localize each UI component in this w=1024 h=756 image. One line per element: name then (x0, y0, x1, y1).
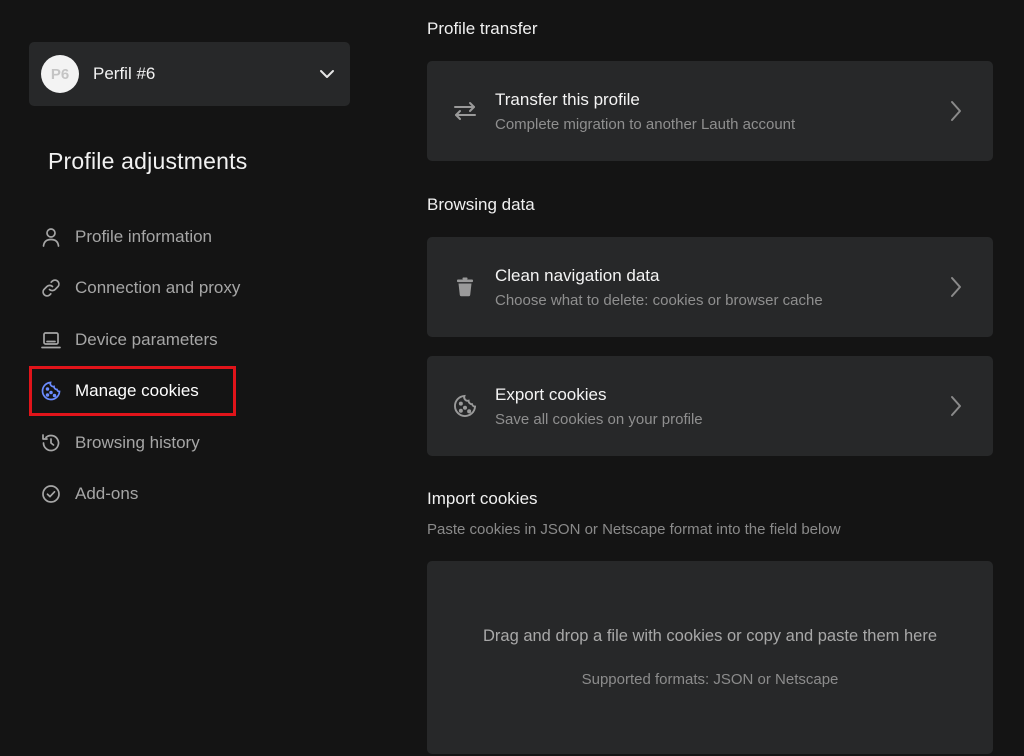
sidebar-item-label: Add-ons (75, 483, 139, 503)
sidebar-item-device-parameters[interactable]: Device parameters (31, 317, 331, 363)
swap-arrows-icon (451, 97, 479, 125)
card-subtitle: Save all cookies on your profile (495, 410, 703, 428)
dropzone-text: Drag and drop a file with cookies or cop… (482, 627, 937, 645)
sidebar-item-label: Connection and proxy (75, 278, 241, 298)
sidebar-item-label: Browsing history (75, 432, 200, 452)
import-description: Paste cookies in JSON or Netscape format… (427, 521, 841, 538)
clean-navigation-data-card[interactable]: Clean navigation data Choose what to del… (427, 237, 993, 337)
app-root: P6 Perfil #6 Profile adjustments Profile… (0, 0, 1024, 756)
export-cookies-card[interactable]: Export cookies Save all cookies on your … (427, 356, 993, 456)
supported-formats-text: Supported formats: JSON or Netscape (581, 671, 839, 688)
cookie-icon (451, 392, 479, 420)
sidebar-item-profile-information[interactable]: Profile information (31, 214, 331, 260)
link-icon (39, 276, 63, 300)
avatar: P6 (41, 55, 79, 93)
sidebar-item-browsing-history[interactable]: Browsing history (31, 420, 331, 466)
sidebar-item-connection-proxy[interactable]: Connection and proxy (31, 265, 331, 311)
card-text: Export cookies Save all cookies on your … (495, 385, 943, 428)
section-title-browsing-data: Browsing data (427, 195, 535, 214)
card-text: Transfer this profile Complete migration… (495, 90, 943, 133)
profile-selector[interactable]: P6 Perfil #6 (29, 42, 350, 106)
card-subtitle: Choose what to delete: cookies or browse… (495, 291, 823, 309)
trash-icon (451, 273, 479, 301)
cookie-icon (39, 379, 63, 403)
chevron-down-icon[interactable] (318, 65, 336, 83)
chevron-right-icon (943, 394, 967, 418)
section-title-import-cookies: Import cookies (427, 489, 538, 508)
sidebar-item-label: Profile information (75, 227, 213, 246)
profile-name: Perfil #6 (93, 64, 156, 83)
sidebar-title: Profile adjustments (48, 148, 248, 174)
sidebar-item-label: Device parameters (75, 329, 218, 349)
card-title: Export cookies (495, 384, 607, 404)
avatar-initials: P6 (50, 65, 70, 83)
sidebar-item-label: Manage cookies (75, 381, 199, 401)
sidebar-nav: Profile information Connection and proxy… (29, 214, 331, 522)
transfer-profile-card[interactable]: Transfer this profile Complete migration… (427, 61, 993, 161)
history-icon (39, 431, 63, 455)
check-circle-icon (39, 482, 63, 506)
card-title: Transfer this profile (495, 89, 640, 109)
card-subtitle: Complete migration to another Lauth acco… (495, 115, 796, 133)
card-title: Clean navigation data (495, 265, 660, 285)
laptop-icon (39, 328, 63, 352)
card-text: Clean navigation data Choose what to del… (495, 266, 943, 309)
chevron-right-icon (943, 275, 967, 299)
chevron-right-icon (943, 99, 967, 123)
cookie-dropzone[interactable]: Drag and drop a file with cookies or cop… (427, 561, 993, 754)
section-title-profile-transfer: Profile transfer (427, 19, 538, 38)
sidebar-item-add-ons[interactable]: Add-ons (31, 471, 331, 517)
user-icon (39, 225, 63, 249)
sidebar-item-manage-cookies[interactable]: Manage cookies (29, 366, 236, 417)
